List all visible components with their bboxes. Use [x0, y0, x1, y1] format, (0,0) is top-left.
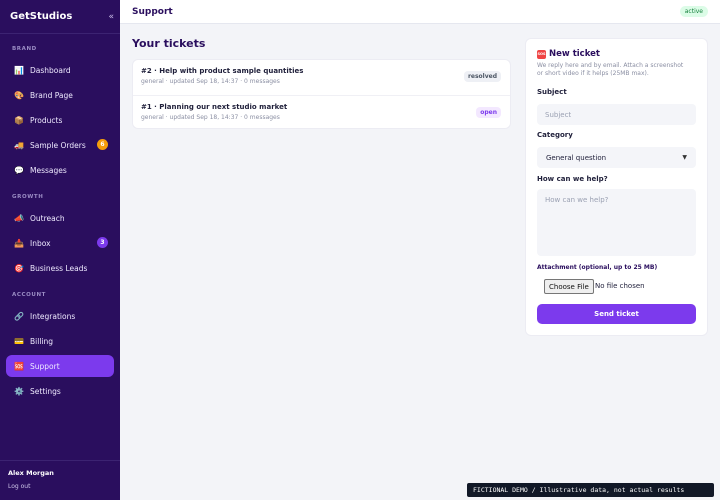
gear-icon: ⚙️ — [14, 386, 24, 396]
sidebar-item-label: Sample Orders — [30, 140, 86, 150]
megaphone-icon: 📣 — [14, 213, 24, 223]
speech-bubble-icon: 💬 — [14, 165, 24, 175]
sidebar-item-support[interactable]: 🆘 Support — [6, 355, 114, 377]
sidebar-item-label: Settings — [30, 386, 61, 396]
subject-label: Subject — [537, 88, 567, 96]
help-label: How can we help? — [537, 175, 608, 183]
sidebar-item-business-leads[interactable]: 🎯 Business Leads — [6, 257, 114, 279]
ticket-status-badge: resolved — [463, 71, 501, 82]
sidebar-item-label: Billing — [30, 336, 53, 346]
topbar: Support active — [120, 0, 720, 24]
new-ticket-title: New ticket — [549, 49, 600, 59]
new-ticket-subtitle: We reply here and by email. Attach a scr… — [537, 62, 684, 77]
collapse-sidebar-icon[interactable]: « — [108, 12, 114, 22]
palette-icon: 🎨 — [14, 90, 24, 100]
brand-logo[interactable]: GetStudios — [10, 11, 72, 22]
sidebar-item-integrations[interactable]: 🔗 Integrations — [6, 305, 114, 327]
subject-input[interactable] — [537, 104, 696, 125]
chart-icon: 📊 — [14, 65, 24, 75]
category-selected-value: General question — [546, 153, 607, 162]
ticket-meta: general · updated Sep 18, 14:37 · 0 mess… — [141, 78, 280, 85]
sidebar-item-dashboard[interactable]: 📊 Dashboard — [6, 59, 114, 81]
new-ticket-form: SOS New ticket We reply here and by emai… — [525, 38, 708, 336]
target-icon: 🎯 — [14, 263, 24, 273]
sidebar-item-brand-page[interactable]: 🎨 Brand Page — [6, 84, 114, 106]
chevron-down-icon: ▼ — [682, 154, 687, 161]
category-label: Category — [537, 131, 573, 139]
attachment-label: Attachment (optional, up to 25 MB) — [537, 264, 658, 271]
status-badge: active — [679, 6, 708, 17]
send-ticket-button[interactable]: Send ticket — [537, 304, 696, 324]
ticket-row[interactable]: #1 · Planning our next studio market gen… — [133, 95, 510, 130]
sidebar-item-label: Dashboard — [30, 65, 71, 75]
new-ticket-heading: SOS New ticket — [537, 49, 696, 59]
ticket-status-badge: open — [476, 107, 501, 118]
sidebar-item-label: Products — [30, 115, 63, 125]
ticket-title: #1 · Planning our next studio market — [141, 103, 288, 111]
section-label-brand: BRAND — [12, 46, 37, 52]
sidebar-item-messages[interactable]: 💬 Messages — [6, 159, 114, 181]
sidebar-item-label: Inbox — [30, 238, 51, 248]
page-title: Support — [132, 6, 173, 17]
logout-link[interactable]: Log out — [8, 483, 112, 490]
sidebar-item-label: Brand Page — [30, 90, 73, 100]
sidebar-item-label: Integrations — [30, 311, 76, 321]
ticket-meta: general · updated Sep 18, 14:37 · 0 mess… — [141, 114, 280, 121]
sos-icon: 🆘 — [14, 361, 24, 371]
sidebar: GetStudios « BRAND 📊 Dashboard 🎨 Brand P… — [0, 0, 120, 500]
link-icon: 🔗 — [14, 311, 24, 321]
ticket-title: #2 · Help with product sample quantities — [141, 67, 304, 75]
section-label-growth: GROWTH — [12, 194, 44, 200]
sidebar-item-label: Outreach — [30, 213, 65, 223]
sidebar-item-settings[interactable]: ⚙️ Settings — [6, 380, 114, 402]
sidebar-item-label: Messages — [30, 165, 67, 175]
user-name: Alex Morgan — [8, 469, 54, 477]
category-select[interactable]: General question ▼ — [537, 147, 696, 168]
choose-file-button[interactable]: Choose File — [544, 279, 594, 294]
sample-orders-count-badge: 6 — [97, 139, 108, 150]
tickets-list: #2 · Help with product sample quantities… — [132, 59, 511, 129]
no-file-text: No file chosen — [595, 282, 645, 290]
truck-icon: 🚚 — [14, 140, 24, 150]
sidebar-item-sample-orders[interactable]: 🚚 Sample Orders 6 — [6, 134, 114, 156]
help-textarea[interactable] — [537, 189, 696, 256]
tickets-heading: Your tickets — [132, 37, 206, 50]
sidebar-item-label: Support — [30, 361, 60, 371]
demo-banner: FICTIONAL DEMO / Illustrative data, not … — [467, 483, 714, 497]
user-block: Alex Morgan Log out — [0, 460, 120, 500]
inbox-tray-icon: 📥 — [14, 238, 24, 248]
credit-card-icon: 💳 — [14, 336, 24, 346]
brand-row: GetStudios « — [0, 0, 120, 34]
sidebar-item-label: Business Leads — [30, 263, 88, 273]
sidebar-item-outreach[interactable]: 📣 Outreach — [6, 207, 114, 229]
sidebar-item-inbox[interactable]: 📥 Inbox 3 — [6, 232, 114, 254]
sos-icon: SOS — [537, 49, 546, 59]
package-icon: 📦 — [14, 115, 24, 125]
section-label-account: ACCOUNT — [12, 292, 47, 298]
sidebar-item-billing[interactable]: 💳 Billing — [6, 330, 114, 352]
inbox-count-badge: 3 — [97, 237, 108, 248]
ticket-row[interactable]: #2 · Help with product sample quantities… — [133, 60, 510, 95]
sidebar-item-products[interactable]: 📦 Products — [6, 109, 114, 131]
